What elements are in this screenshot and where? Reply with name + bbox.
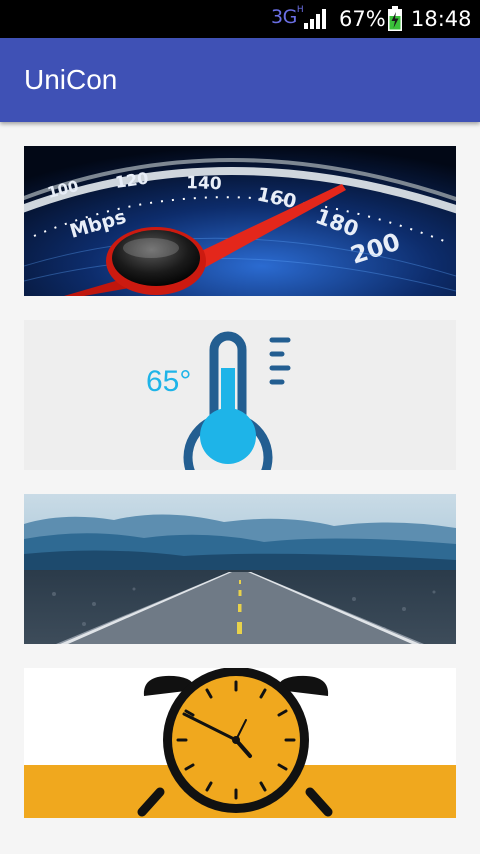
app-bar: UniCon — [0, 38, 480, 122]
thermometer-icon: 65° — [24, 320, 456, 470]
alarm-card[interactable] — [24, 668, 456, 818]
road-trip-card[interactable] — [24, 494, 456, 644]
road-image — [24, 494, 456, 644]
clock-time: 18:48 — [411, 7, 472, 31]
temperature-label: 65° — [146, 365, 191, 398]
network-type: 3GH — [271, 5, 304, 28]
battery-percent: 67% — [339, 7, 386, 31]
signal-icon — [304, 9, 326, 29]
speedometer-icon: 100 120 140 160 180 200 Mbps — [24, 146, 456, 296]
app-title: UniCon — [24, 64, 118, 95]
speed-test-card[interactable]: 100 120 140 160 180 200 Mbps — [24, 146, 456, 296]
status-bar: 3GH 67% 18:48 — [0, 0, 480, 38]
temperature-card[interactable]: 65° — [24, 320, 456, 470]
alarm-clock-icon — [24, 668, 456, 818]
battery-charging-icon — [388, 6, 402, 31]
dial-label-140: 140 — [186, 173, 222, 194]
